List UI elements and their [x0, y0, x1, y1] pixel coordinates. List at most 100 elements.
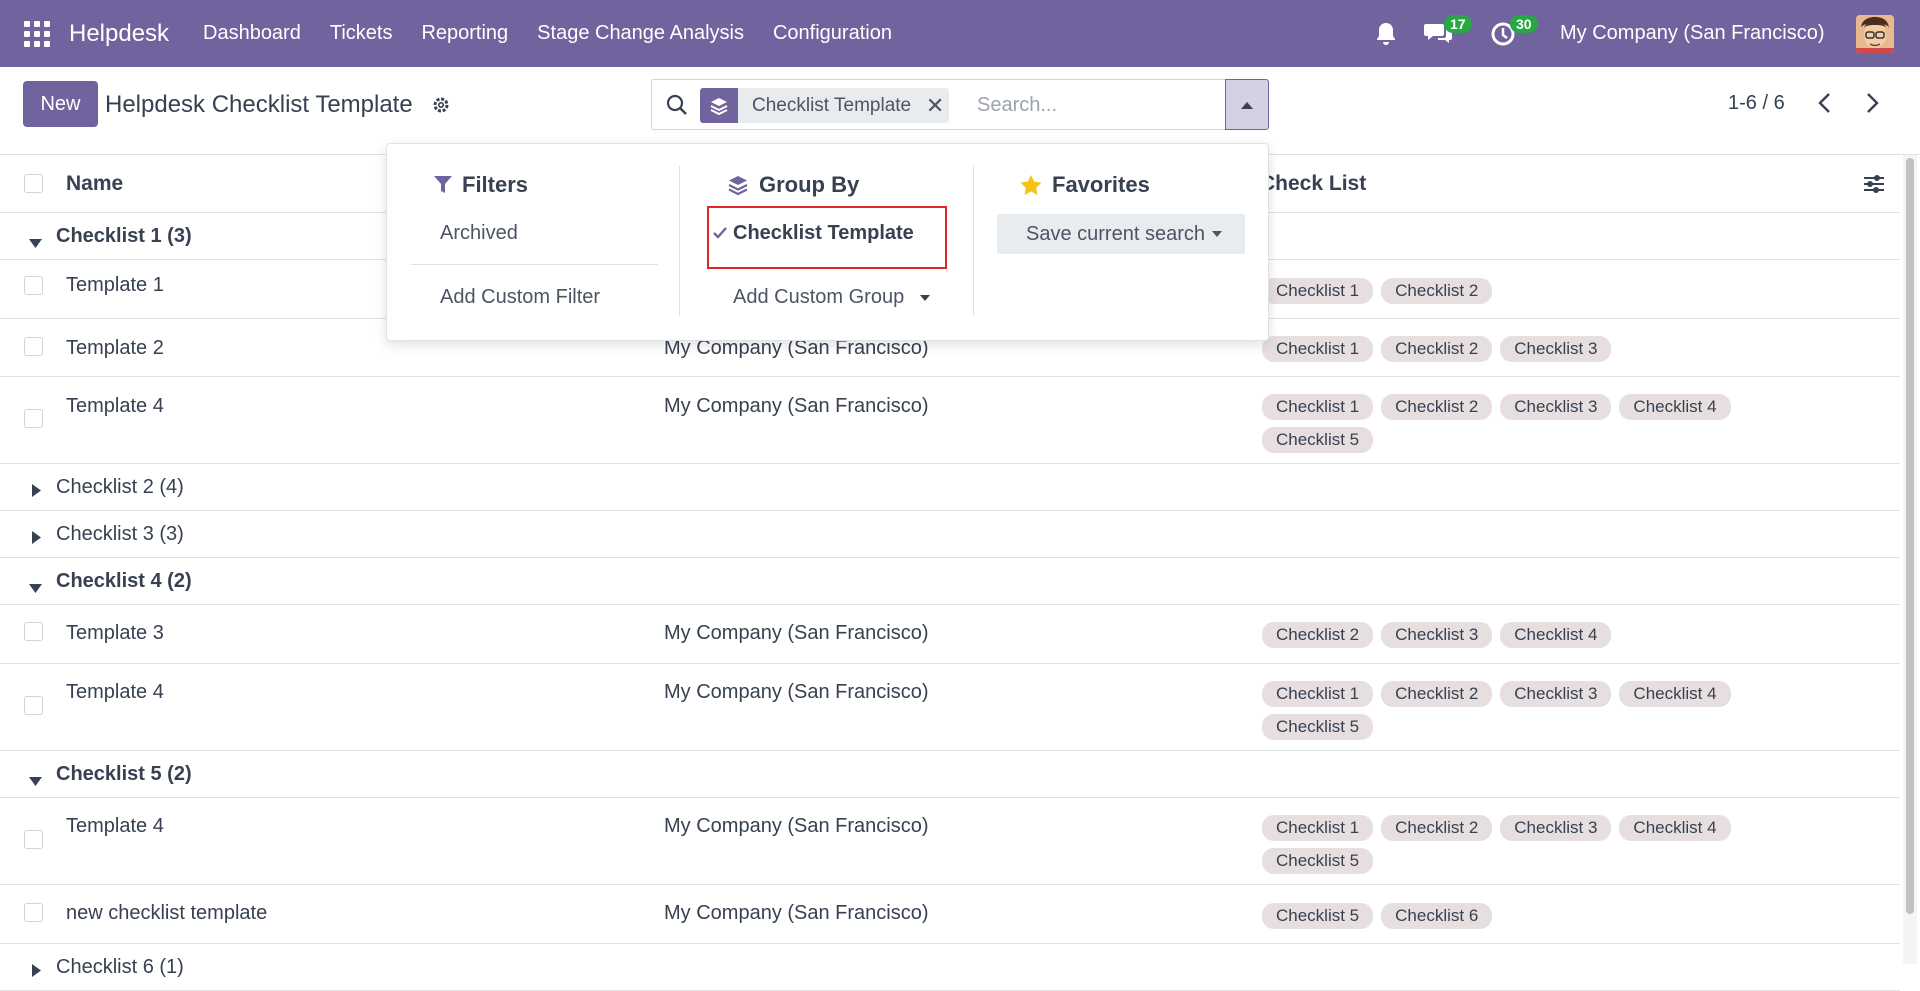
tag: Checklist 2: [1381, 394, 1493, 420]
row-checkbox[interactable]: [24, 337, 43, 356]
tag: Checklist 2: [1381, 278, 1493, 304]
activity-clock-icon[interactable]: 30: [1490, 15, 1538, 52]
tag: Checklist 2: [1381, 336, 1493, 362]
tag: Checklist 4: [1619, 815, 1731, 841]
save-search-label: Save current search: [1026, 222, 1205, 245]
group-by-facet: Checklist Template ✕: [700, 88, 950, 123]
menu-reporting[interactable]: Reporting: [421, 22, 508, 45]
row-checkbox[interactable]: [24, 276, 43, 295]
row-checkbox[interactable]: [24, 830, 43, 849]
company-switcher[interactable]: My Company (San Francisco): [1560, 22, 1825, 45]
tag-list: Checklist 1 Checklist 2 Checklist 3: [1262, 336, 1822, 362]
table-row[interactable]: Template 4 My Company (San Francisco) Ch…: [0, 664, 1900, 751]
tag: Checklist 5: [1262, 714, 1374, 740]
group-label: Checklist 3 (3): [56, 523, 184, 545]
tag: Checklist 1: [1262, 815, 1374, 841]
group-row[interactable]: Checklist 6 (1): [0, 944, 1900, 991]
divider: [973, 166, 974, 316]
group-label: Checklist 6 (1): [56, 956, 184, 978]
group-row[interactable]: Checklist 3 (3): [0, 511, 1900, 558]
column-header-name[interactable]: Name: [66, 172, 123, 196]
search-panel-toggle-button[interactable]: [1225, 79, 1269, 130]
bell-icon[interactable]: [1374, 21, 1398, 52]
add-custom-group-select[interactable]: Add Custom Group: [733, 286, 930, 309]
row-name: Template 2: [66, 337, 164, 359]
page-title: Helpdesk Checklist Template: [105, 91, 413, 118]
group-row[interactable]: Checklist 2 (4): [0, 464, 1900, 511]
tag: Checklist 5: [1262, 848, 1374, 874]
activity-count-badge: 30: [1510, 15, 1538, 33]
row-checkbox[interactable]: [24, 696, 43, 715]
caret-down-icon: [919, 294, 930, 301]
group-row[interactable]: Checklist 4 (2): [0, 558, 1900, 605]
row-checkbox[interactable]: [24, 409, 43, 428]
chat-count-badge: 17: [1444, 15, 1472, 33]
table-row[interactable]: Template 3 My Company (San Francisco) Ch…: [0, 605, 1900, 664]
row-company: My Company (San Francisco): [664, 815, 929, 837]
tag: Checklist 3: [1500, 394, 1612, 420]
caret-right-icon: [32, 480, 41, 503]
search-icon[interactable]: [666, 94, 688, 121]
filter-archived[interactable]: Archived: [440, 222, 518, 245]
pager-value[interactable]: 1-6 / 6: [1728, 92, 1785, 115]
select-all-checkbox[interactable]: [24, 174, 43, 193]
row-name: Template 1: [66, 274, 164, 296]
tag: Checklist 1: [1262, 336, 1374, 362]
filters-title: Filters: [462, 172, 529, 197]
filters-header: Filters: [434, 172, 528, 198]
table-row[interactable]: new checklist template My Company (San F…: [0, 885, 1900, 944]
table-row[interactable]: Template 4 My Company (San Francisco) Ch…: [0, 377, 1900, 464]
row-name: Template 4: [66, 395, 164, 417]
apps-menu-icon[interactable]: [24, 21, 50, 47]
funnel-icon: [434, 176, 452, 193]
user-avatar[interactable]: [1856, 15, 1894, 53]
favorites-title: Favorites: [1052, 172, 1150, 197]
group-by-title: Group By: [759, 172, 860, 197]
row-name: Template 3: [66, 622, 164, 644]
tag: Checklist 3: [1381, 622, 1493, 648]
row-name: new checklist template: [66, 902, 268, 924]
row-name: Template 4: [66, 815, 164, 837]
row-checkbox[interactable]: [24, 903, 43, 922]
table-row[interactable]: Template 4 My Company (San Francisco) Ch…: [0, 798, 1900, 885]
menu-configuration[interactable]: Configuration: [773, 22, 892, 45]
tag: Checklist 5: [1262, 903, 1374, 929]
remove-facet-icon[interactable]: ✕: [921, 88, 949, 123]
column-header-check-list[interactable]: Check List: [1260, 172, 1366, 196]
search-input[interactable]: [977, 90, 1207, 120]
group-by-header: Group By: [727, 172, 859, 198]
menu-dashboard[interactable]: Dashboard: [203, 22, 301, 45]
tag: Checklist 3: [1500, 336, 1612, 362]
row-name: Template 4: [66, 681, 164, 703]
pager-next-icon[interactable]: [1862, 90, 1882, 121]
tag: Checklist 1: [1262, 394, 1374, 420]
control-panel: New Helpdesk Checklist Template Checklis…: [0, 67, 1920, 155]
add-custom-filter[interactable]: Add Custom Filter: [440, 286, 600, 309]
tag: Checklist 5: [1262, 427, 1374, 453]
scrollbar[interactable]: [1903, 155, 1917, 964]
row-checkbox[interactable]: [24, 622, 43, 641]
scrollbar-thumb[interactable]: [1906, 158, 1914, 914]
group-label: Checklist 5 (2): [56, 763, 192, 785]
tag-list: Checklist 5 Checklist 6: [1262, 903, 1822, 929]
tag: Checklist 2: [1381, 815, 1493, 841]
chat-icon[interactable]: 17: [1424, 15, 1472, 52]
divider: [679, 166, 680, 316]
menu-stage-change-analysis[interactable]: Stage Change Analysis: [537, 22, 744, 45]
gear-icon[interactable]: [432, 96, 450, 119]
new-button[interactable]: New: [23, 81, 98, 127]
caret-down-icon: [29, 769, 42, 792]
group-row[interactable]: Checklist 5 (2): [0, 751, 1900, 798]
pager-previous-icon[interactable]: [1815, 90, 1835, 121]
app-brand[interactable]: Helpdesk: [69, 20, 169, 48]
caret-right-icon: [32, 960, 41, 983]
optional-columns-icon[interactable]: [1862, 173, 1886, 201]
row-company: My Company (San Francisco): [664, 681, 929, 703]
save-current-search-button[interactable]: Save current search: [997, 214, 1245, 254]
star-icon: [1020, 175, 1042, 195]
group-label: Checklist 2 (4): [56, 476, 184, 498]
favorites-header: Favorites: [1020, 172, 1150, 198]
menu-tickets[interactable]: Tickets: [330, 22, 393, 45]
tag: Checklist 1: [1262, 278, 1374, 304]
tag-list: Checklist 1 Checklist 2 Checklist 3 Chec…: [1262, 815, 1822, 874]
